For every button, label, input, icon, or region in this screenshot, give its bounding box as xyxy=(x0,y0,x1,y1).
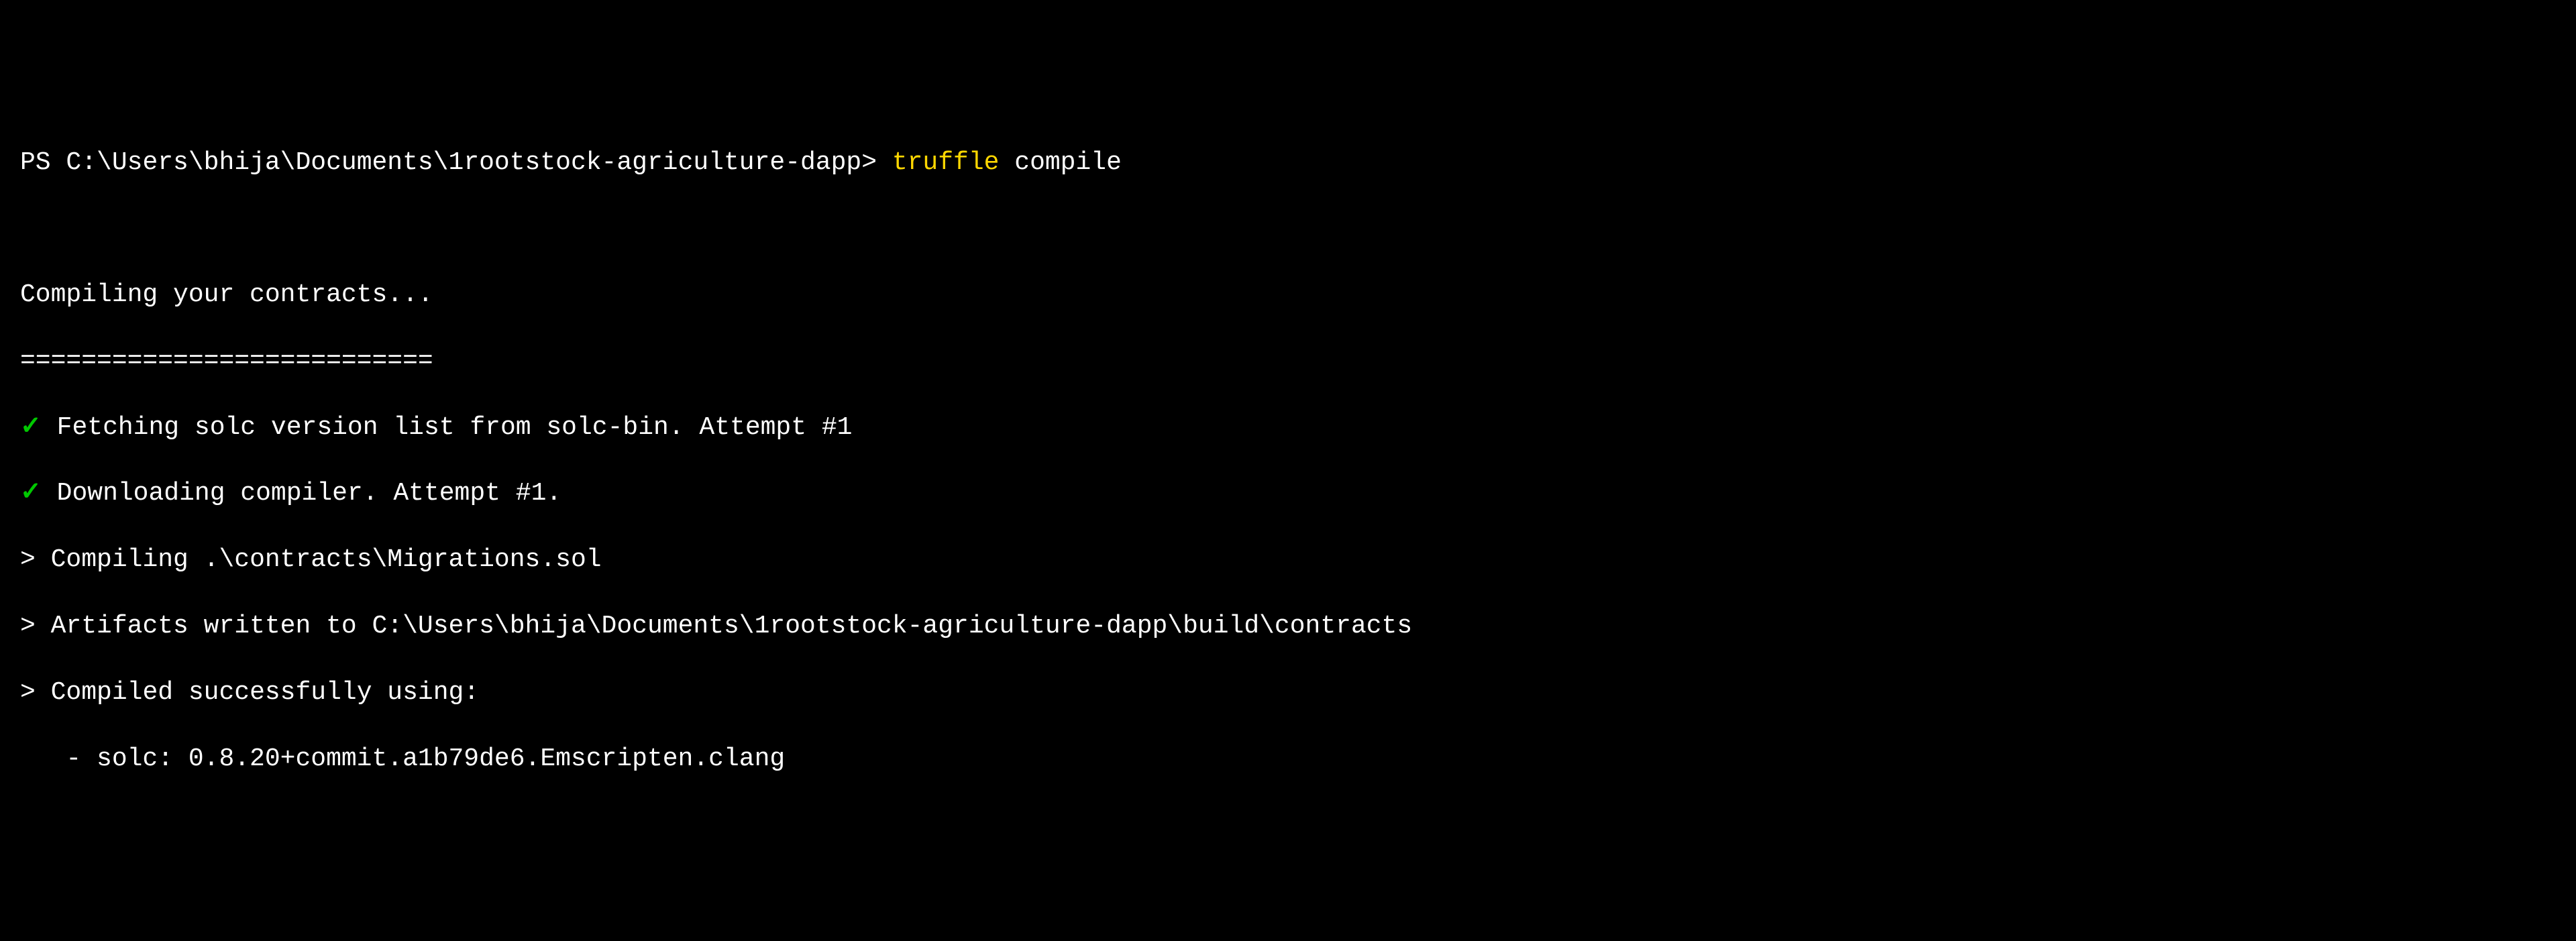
output-text: Compiled successfully using: xyxy=(51,678,480,707)
check-icon: ✓ xyxy=(20,479,42,508)
check-icon: ✓ xyxy=(20,413,42,442)
prompt-prefix: PS xyxy=(20,148,66,177)
output-heading: Compiling your contracts... xyxy=(20,278,2556,311)
output-text: Downloading compiler. Attempt #1. xyxy=(57,479,562,508)
output-line-fetch: ✓ Fetching solc version list from solc-b… xyxy=(20,411,2556,444)
output-line-download: ✓ Downloading compiler. Attempt #1. xyxy=(20,477,2556,510)
prompt-suffix: > xyxy=(861,148,892,177)
output-line-solc-version: - solc: 0.8.20+commit.a1b79de6.Emscripte… xyxy=(20,742,2556,775)
gt-icon: > xyxy=(20,678,36,707)
output-line-artifacts: > Artifacts written to C:\Users\bhija\Do… xyxy=(20,610,2556,643)
gt-icon: > xyxy=(20,545,36,574)
output-text: Compiling .\contracts\Migrations.sol xyxy=(51,545,602,574)
terminal-prompt-line[interactable]: PS C:\Users\bhija\Documents\1rootstock-a… xyxy=(20,146,2556,179)
prompt-cwd: C:\Users\bhija\Documents\1rootstock-agri… xyxy=(66,148,861,177)
output-line-compiling: > Compiling .\contracts\Migrations.sol xyxy=(20,543,2556,576)
output-text: Artifacts written to C:\Users\bhija\Docu… xyxy=(51,612,1413,641)
blank-line xyxy=(20,212,2556,245)
output-separator: =========================== xyxy=(20,345,2556,378)
output-text: Fetching solc version list from solc-bin… xyxy=(57,413,853,442)
output-line-compiled: > Compiled successfully using: xyxy=(20,676,2556,709)
command-truffle: truffle xyxy=(892,148,1000,177)
gt-icon: > xyxy=(20,612,36,641)
command-compile: compile xyxy=(999,148,1121,177)
